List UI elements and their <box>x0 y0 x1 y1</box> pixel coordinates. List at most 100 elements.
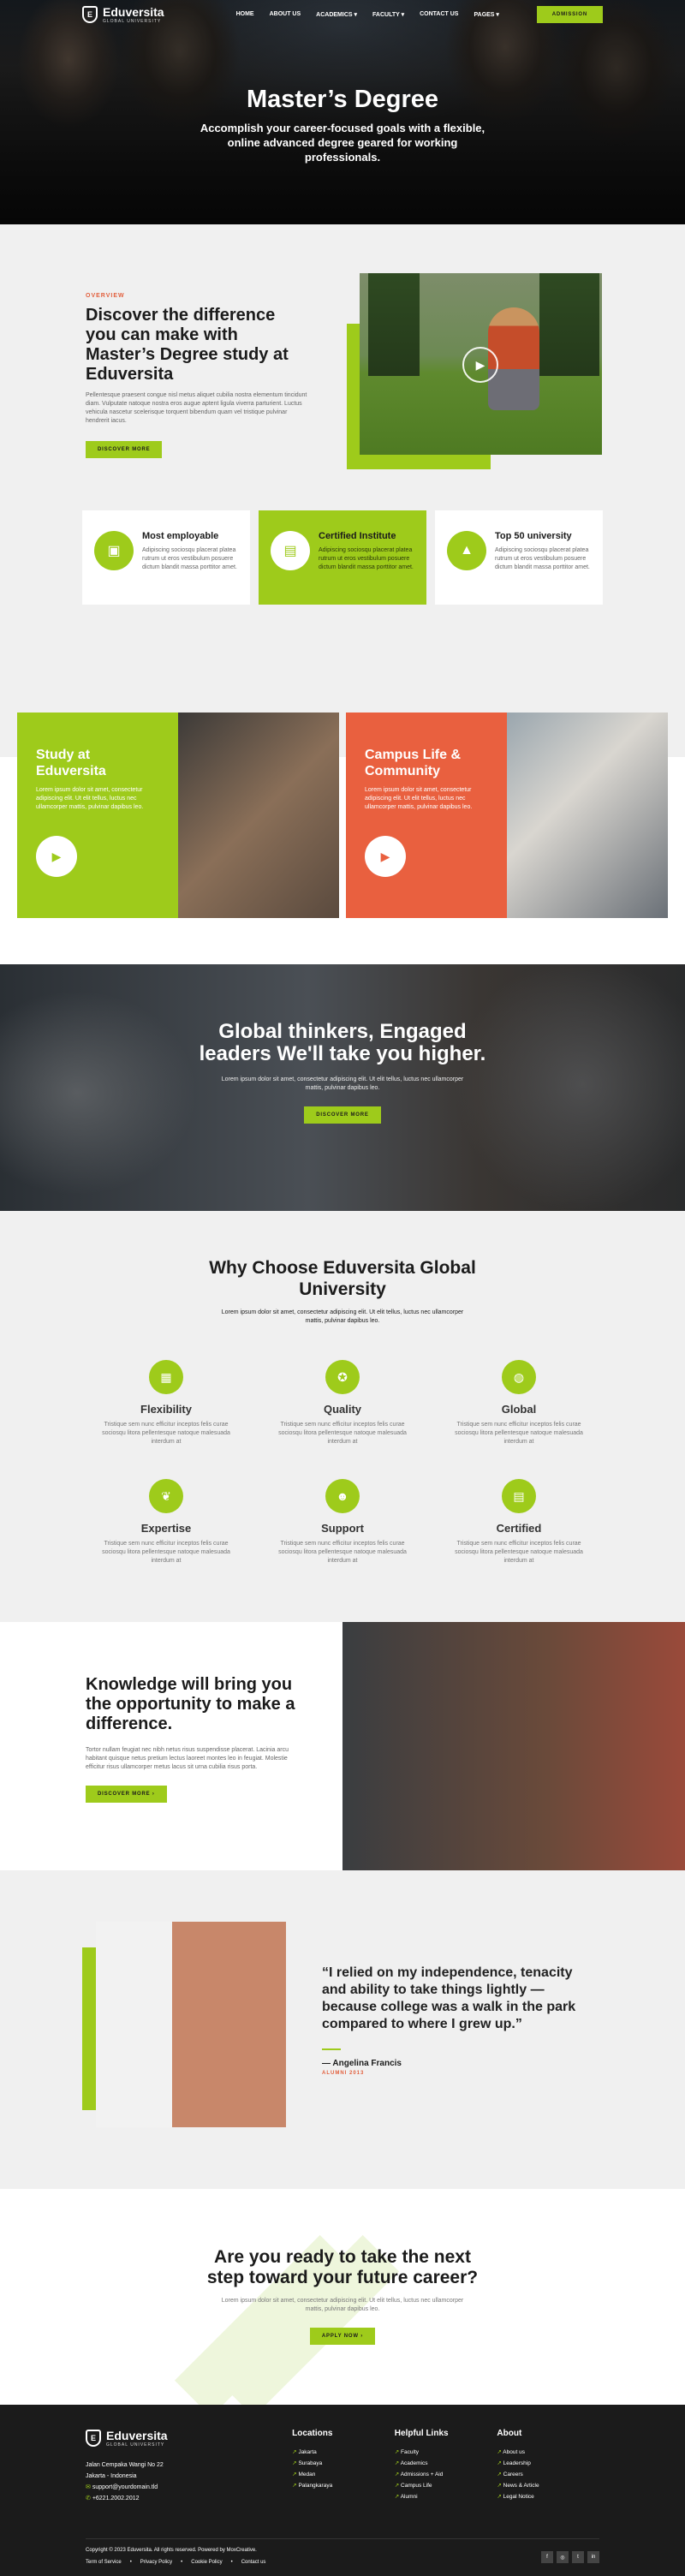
feature-body: Adipiscing sociosqu placerat platea rutr… <box>142 547 237 570</box>
feature-card: ▤ Certified Institute Adipiscing sociosqu… <box>259 510 426 605</box>
facebook-icon[interactable]: f <box>541 2551 553 2563</box>
legal-link[interactable]: Term of Service <box>86 2560 122 2565</box>
footer-link[interactable]: Campus Life <box>395 2480 497 2491</box>
brand-name: Eduversita <box>103 5 164 19</box>
legal-link[interactable]: Contact us <box>241 2560 266 2565</box>
card-body: Lorem ipsum dolor sit amet, consectetur … <box>365 787 473 810</box>
why-item: ☻ Support Tristique sem nunc efficitur inc… <box>254 1479 431 1565</box>
legal-link[interactable]: Cookie Policy <box>191 2560 222 2565</box>
why-item-title: Flexibility <box>140 1403 192 1416</box>
legal-link[interactable]: Privacy Policy <box>140 2560 172 2565</box>
nav-faculty[interactable]: FACULTY ▾ <box>372 11 404 18</box>
cta-section: Are you ready to take the next step towa… <box>0 2189 685 2405</box>
why-item: ✪ Quality Tristique sem nunc efficitur inc… <box>254 1360 431 1446</box>
overview-kicker: OVERVIEW <box>86 293 125 299</box>
feature-body: Adipiscing sociosqu placerat platea rutr… <box>319 547 414 570</box>
footer-link[interactable]: Palangkaraya <box>292 2480 395 2491</box>
feature-body: Adipiscing sociosqu placerat platea rutr… <box>495 547 590 570</box>
footer-link[interactable]: Legal Notice <box>497 2491 599 2502</box>
alumni-photo <box>96 1922 286 2127</box>
why-item: ◍ Global Tristique sem nunc efficitur ince… <box>431 1360 607 1446</box>
footer-link[interactable]: Academics <box>395 2458 497 2469</box>
footer-link[interactable]: Careers <box>497 2469 599 2480</box>
briefcase-icon: ▣ <box>94 531 134 570</box>
student-portrait-photo <box>507 713 668 918</box>
apply-now-button[interactable]: APPLY NOW › <box>309 2328 376 2345</box>
brand-logo[interactable]: E Eduversita GLOBAL UNIVERSITY <box>82 5 164 24</box>
divider <box>322 2048 341 2050</box>
calendar-icon: ▦ <box>149 1360 183 1394</box>
mail-icon: ✉ <box>86 2484 92 2490</box>
why-item: ▤ Certified Tristique sem nunc efficitur i… <box>431 1479 607 1565</box>
address-line: Jalan Cempaka Wangi No 22 <box>86 2462 164 2468</box>
testimonial-section: “I relied on my independence, tenacity a… <box>0 1870 685 2189</box>
why-item-title: Quality <box>323 1403 362 1416</box>
nav-academics[interactable]: ACADEMICS ▾ <box>316 11 357 18</box>
nav-about[interactable]: ABOUT US <box>270 11 301 18</box>
campus-card: Campus Life & Community Lorem ipsum dolo… <box>346 713 668 918</box>
instagram-icon[interactable]: ◎ <box>557 2551 569 2563</box>
card-body: Lorem ipsum dolor sit amet, consectetur … <box>36 787 144 810</box>
footer-link[interactable]: Admissions + Aid <box>395 2469 497 2480</box>
study-card: Study at Eduversita Lorem ipsum dolor si… <box>17 713 339 918</box>
footer-link[interactable]: Jakarta <box>292 2447 395 2458</box>
shield-icon: E <box>82 6 98 23</box>
feature-title: Certified Institute <box>319 531 396 541</box>
feature-title: Top 50 university <box>495 531 572 541</box>
why-item-body: Tristique sem nunc efficitur inceptos fe… <box>455 1422 583 1445</box>
thinkers-body: Lorem ipsum dolor sit amet, consectetur … <box>221 1076 464 1091</box>
linkedin-icon[interactable]: in <box>587 2551 599 2563</box>
students-group-photo <box>342 1622 685 1870</box>
nav-home[interactable]: HOME <box>236 11 254 18</box>
footer-link[interactable]: Leadership <box>497 2458 599 2469</box>
card-title: Campus Life & Community <box>365 748 462 778</box>
overview-video-thumbnail[interactable]: ▶ <box>360 273 602 455</box>
hero-section: E Eduversita GLOBAL UNIVERSITY HOME ABOUT… <box>0 0 685 224</box>
footer-link[interactable]: Faculty <box>395 2447 497 2458</box>
main-menu: HOME ABOUT US ACADEMICS ▾ FACULTY ▾ CONT… <box>236 11 499 18</box>
brand-tagline: GLOBAL UNIVERSITY <box>106 2442 165 2448</box>
brand-name: Eduversita <box>106 2429 168 2442</box>
footer-col-title: About <box>497 2429 522 2438</box>
testimonial-role: ALUMNI 2013 <box>322 2071 365 2076</box>
play-icon[interactable]: ▶ <box>462 347 498 383</box>
brand-tagline: GLOBAL UNIVERSITY <box>103 19 162 24</box>
cta-title: Are you ready to take the next step towa… <box>206 2247 479 2287</box>
footer-logo[interactable]: E Eduversita GLOBAL UNIVERSITY <box>86 2429 292 2448</box>
why-item-title: Global <box>501 1403 537 1416</box>
graduation-cap-icon: ▲ <box>447 531 486 570</box>
footer-link[interactable]: Medan <box>292 2469 395 2480</box>
why-choose-section: Why Choose Eduversita Global University … <box>0 1211 685 1622</box>
nav-pages[interactable]: PAGES ▾ <box>474 11 498 18</box>
copyright: Copyright © 2023 Eduversita. All rights … <box>86 2548 257 2553</box>
feature-cards: ▣ Most employable Adipiscing sociosqu pla… <box>82 510 603 605</box>
overview-title: Discover the difference you can make wit… <box>86 306 289 384</box>
admission-button[interactable]: ADMISSION <box>536 6 603 23</box>
overview-discover-button[interactable]: DISCOVER MORE <box>86 441 163 458</box>
top-nav: E Eduversita GLOBAL UNIVERSITY HOME ABOUT… <box>0 0 685 29</box>
twitter-icon[interactable]: t <box>572 2551 584 2563</box>
knowledge-discover-button[interactable]: DISCOVER MORE › <box>86 1786 167 1803</box>
footer-link[interactable]: Surabaya <box>292 2458 395 2469</box>
play-icon[interactable]: ▶ <box>365 836 406 877</box>
thinkers-discover-button[interactable]: DISCOVER MORE <box>304 1106 381 1124</box>
why-item-title: Certified <box>496 1522 542 1535</box>
why-grid: ▦ Flexibility Tristique sem nunc efficitur… <box>0 1360 685 1565</box>
email-text: support@yourdomain.tld <box>92 2484 158 2490</box>
nav-contact[interactable]: CONTACT US <box>420 11 458 18</box>
footer-col-locations: Locations Jakarta Surabaya Medan Palangk… <box>292 2429 395 2504</box>
why-item-body: Tristique sem nunc efficitur inceptos fe… <box>278 1422 407 1445</box>
footer-link[interactable]: Alumni <box>395 2491 497 2502</box>
footer-phone[interactable]: ✆ +6221.2002.2012 <box>86 2493 292 2504</box>
why-item-title: Support <box>321 1522 364 1535</box>
support-person-icon: ☻ <box>325 1479 360 1513</box>
footer-col-about: About About us Leadership Careers News &… <box>497 2429 599 2504</box>
footer-link[interactable]: News & Article <box>497 2480 599 2491</box>
study-campus-section: Study at Eduversita Lorem ipsum dolor si… <box>0 706 685 964</box>
cta-body: Lorem ipsum dolor sit amet, consectetur … <box>221 2298 464 2312</box>
overview-body: Pellentesque praesent congue nisl metus … <box>86 392 307 424</box>
why-item-title: Expertise <box>140 1522 192 1535</box>
footer-email[interactable]: ✉ support@yourdomain.tld <box>86 2482 292 2493</box>
play-icon[interactable]: ▶ <box>36 836 77 877</box>
footer-link[interactable]: About us <box>497 2447 599 2458</box>
